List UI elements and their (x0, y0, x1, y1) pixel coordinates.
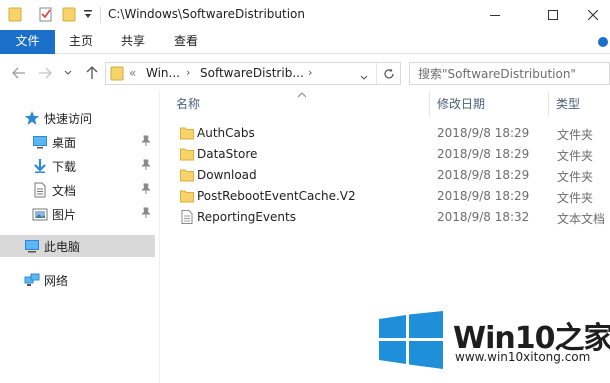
computer-icon (24, 238, 40, 254)
nav-label-downloads: 下载 (52, 160, 77, 174)
nav-item-desktop[interactable]: 桌面 (0, 131, 155, 153)
folder-icon (180, 168, 194, 185)
file-date: 2018/9/8 18:29 (437, 168, 530, 182)
address-bar[interactable]: « Win... › SoftwareDistrib... › (105, 62, 401, 85)
desktop-icon (32, 134, 48, 150)
column-header-date[interactable]: 修改日期 (437, 91, 485, 117)
file-row-download[interactable]: Download 2018/9/8 18:29 文件夹 (172, 165, 610, 186)
tab-file[interactable]: 文件 (0, 30, 55, 54)
pictures-icon (32, 206, 48, 222)
nav-label-network: 网络 (44, 274, 69, 288)
search-box[interactable] (409, 62, 610, 85)
title-bar: C:\Windows\SoftwareDistribution (0, 0, 610, 30)
nav-item-pictures[interactable]: 图片 (0, 203, 155, 225)
nav-label-pictures: 图片 (52, 208, 77, 222)
file-name: AuthCabs (197, 126, 255, 140)
nav-label-desktop: 桌面 (52, 136, 77, 150)
network-icon (24, 272, 40, 288)
properties-check-icon[interactable] (38, 6, 54, 25)
ribbon-tabs: 文件 主页 共享 查看 (0, 30, 610, 54)
pin-icon[interactable] (141, 135, 151, 150)
recent-locations-chevron-icon[interactable] (62, 63, 74, 83)
file-row-reportingevents[interactable]: ReportingEvents 2018/9/8 18:32 文本文档 (172, 207, 610, 228)
tab-share[interactable]: 共享 (107, 30, 159, 54)
file-name: Download (197, 168, 257, 182)
customize-dropdown-icon[interactable] (84, 9, 92, 23)
overflow-breadcrumb[interactable]: « (129, 66, 136, 80)
refresh-icon[interactable] (376, 63, 400, 84)
file-name: PostRebootEventCache.V2 (197, 189, 356, 203)
address-dropdown-icon[interactable] (360, 70, 368, 84)
nav-item-this-pc[interactable]: 此电脑 (0, 235, 155, 257)
windows-logo-icon (379, 311, 443, 369)
file-type: 文件夹 (557, 191, 594, 205)
file-row-authcabs[interactable]: AuthCabs 2018/9/8 18:29 文件夹 (172, 123, 610, 144)
watermark-url: www.win10xitong.com (455, 350, 591, 364)
file-type: 文本文档 (557, 212, 606, 226)
nav-item-documents[interactable]: 文档 (0, 179, 155, 201)
star-icon (24, 110, 40, 126)
column-header-type[interactable]: 类型 (556, 91, 580, 117)
documents-icon (32, 182, 48, 198)
navigation-bar: « Win... › SoftwareDistrib... › (0, 55, 610, 91)
tab-home[interactable]: 主页 (55, 30, 107, 54)
close-button[interactable] (575, 0, 610, 30)
folder-icon (180, 126, 194, 143)
text-file-icon (180, 210, 194, 227)
folder-icon (110, 65, 124, 84)
file-date: 2018/9/8 18:29 (437, 147, 530, 161)
file-name: DataStore (197, 147, 258, 161)
nav-label-quick-access: 快速访问 (44, 112, 93, 126)
forward-arrow-icon[interactable] (36, 63, 54, 83)
pin-icon[interactable] (141, 183, 151, 198)
tab-view[interactable]: 查看 (160, 30, 212, 54)
nav-item-downloads[interactable]: 下载 (0, 155, 155, 177)
file-type: 文件夹 (557, 149, 594, 163)
help-icon[interactable] (598, 37, 608, 47)
column-header-name[interactable]: 名称 (176, 91, 200, 117)
file-row-postrebooteventcache[interactable]: PostRebootEventCache.V2 2018/9/8 18:29 文… (172, 186, 610, 207)
file-name: ReportingEvents (197, 210, 296, 224)
nav-item-network[interactable]: 网络 (0, 269, 155, 291)
file-date: 2018/9/8 18:32 (437, 210, 530, 224)
minimize-button[interactable] (472, 0, 518, 30)
navigation-pane: 快速访问 桌面 下载 文档 图片 此电脑 网络 (0, 91, 160, 383)
pin-icon[interactable] (141, 159, 151, 174)
file-row-datastore[interactable]: DataStore 2018/9/8 18:29 文件夹 (172, 144, 610, 165)
watermark: Win10之家 www.win10xitong.com (375, 305, 610, 377)
nav-item-quick-access[interactable]: 快速访问 (0, 107, 155, 129)
folder-icon (180, 189, 194, 206)
breadcrumb-chevron-icon[interactable]: › (308, 66, 312, 79)
breadcrumb-chevron-icon[interactable]: › (186, 66, 190, 79)
file-date: 2018/9/8 18:29 (437, 126, 530, 140)
maximize-button[interactable] (530, 0, 576, 30)
folder-icon (180, 147, 194, 164)
download-arrow-icon (32, 158, 48, 174)
nav-label-documents: 文档 (52, 184, 77, 198)
file-date: 2018/9/8 18:29 (437, 189, 530, 203)
title-separator (100, 7, 101, 23)
new-folder-icon[interactable] (62, 6, 76, 25)
pin-icon[interactable] (141, 207, 151, 222)
file-type: 文件夹 (557, 128, 594, 142)
file-type: 文件夹 (557, 170, 594, 184)
search-input[interactable] (418, 65, 598, 82)
window-title: C:\Windows\SoftwareDistribution (108, 7, 305, 21)
breadcrumb-softwaredistribution[interactable]: SoftwareDistrib... (200, 66, 304, 80)
folder-icon[interactable] (8, 6, 22, 25)
breadcrumb-windows[interactable]: Win... (146, 66, 180, 80)
column-divider[interactable] (429, 91, 430, 117)
nav-label-this-pc: 此电脑 (44, 240, 81, 254)
up-arrow-icon[interactable] (83, 63, 101, 83)
sort-ascending-icon (297, 91, 307, 101)
back-arrow-icon[interactable] (10, 63, 28, 83)
column-divider[interactable] (548, 91, 549, 117)
